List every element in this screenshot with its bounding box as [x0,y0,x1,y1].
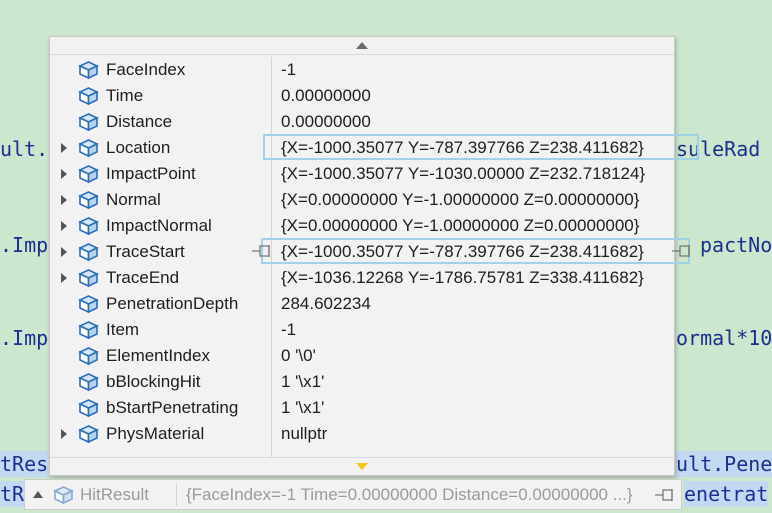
watch-row[interactable]: TraceStart {X=-1000.35077 Y=-787.397766 Z… [50,239,674,265]
watch-row[interactable]: ImpactNormal {X=0.00000000 Y=-1.00000000 … [50,213,674,239]
field-icon [78,373,99,392]
code-fragment: .Imp [0,233,49,257]
field-icon [78,61,99,80]
scroll-up-button[interactable] [50,37,674,55]
expand-arrow-icon[interactable] [61,143,67,153]
expand-arrow-icon[interactable] [61,429,67,439]
code-fragment: suleRad [676,137,761,161]
code-fragment: ormal*10 [676,326,772,350]
member-value[interactable]: 0 '\0' [281,346,316,366]
scroll-down-button[interactable] [50,457,674,475]
field-icon [78,321,99,340]
watch-row[interactable]: Normal {X=0.00000000 Y=-1.00000000 Z=0.00… [50,187,674,213]
field-icon [78,113,99,132]
member-value[interactable]: 284.602234 [281,294,371,314]
field-icon [78,217,99,236]
member-name: ElementIndex [106,346,210,365]
member-name: Distance [106,112,173,131]
watch-row[interactable]: bBlockingHit 1 '\x1' [50,369,674,395]
arrow-down-icon [356,463,368,470]
field-icon [53,486,74,505]
expand-arrow-icon[interactable] [61,221,67,231]
member-value[interactable]: 1 '\x1' [281,372,324,392]
code-fragment: .Imp [0,326,49,350]
member-name: ImpactPoint [106,164,196,183]
column-divider [176,484,177,506]
member-value[interactable]: {X=-1036.12268 Y=-1786.75781 Z=338.41168… [281,268,644,288]
datatip-root[interactable]: HitResult {FaceIndex=-1 Time=0.00000000 … [24,479,682,510]
member-value[interactable]: 0.00000000 [281,86,371,106]
watch-row[interactable]: PhysMaterial nullptr [50,421,674,447]
member-name: bStartPenetrating [106,398,239,417]
watch-row[interactable]: Item -1 [50,317,674,343]
member-name: bBlockingHit [106,372,201,391]
member-list: FaceIndex -1 Time 0.00000000 Distance 0.00000… [50,57,674,447]
collapse-arrow-icon[interactable] [33,491,43,498]
watch-row[interactable]: bStartPenetrating 1 '\x1' [50,395,674,421]
watch-row[interactable]: TraceEnd {X=-1036.12268 Y=-1786.75781 Z=3… [50,265,674,291]
field-icon [78,347,99,366]
code-fragment: enetrat [684,481,769,507]
datatip-expanded-popup: FaceIndex -1 Time 0.00000000 Distance 0.00000… [49,36,675,476]
watch-row[interactable]: ImpactPoint {X=-1000.35077 Y=-1030.00000 … [50,161,674,187]
expand-arrow-icon[interactable] [61,273,67,283]
watch-row[interactable]: Distance 0.00000000 [50,109,674,135]
field-icon [78,191,99,210]
field-icon [78,165,99,184]
member-value[interactable]: -1 [281,320,296,340]
field-icon [78,425,99,444]
member-value[interactable]: 1 '\x1' [281,398,324,418]
code-fragment: ult. [0,137,49,161]
member-value[interactable]: 0.00000000 [281,112,371,132]
code-fragment: ult.Pene [676,451,772,477]
member-value[interactable]: {X=-1000.35077 Y=-1030.00000 Z=232.71812… [281,164,645,184]
pin-icon[interactable] [252,244,274,258]
member-name: TraceStart [106,242,185,261]
member-name: Item [106,320,140,339]
member-value[interactable]: {X=0.00000000 Y=-1.00000000 Z=0.00000000… [281,190,639,210]
code-fragment: pactNo [700,233,772,257]
datatip-root-name: HitResult [80,485,149,504]
code-fragment: tR [0,481,25,507]
member-name: Location [106,138,171,157]
member-name: PhysMaterial [106,424,205,443]
watch-row[interactable]: PenetrationDepth 284.602234 [50,291,674,317]
arrow-up-icon [356,42,368,49]
member-name: PenetrationDepth [106,294,239,313]
expand-arrow-icon[interactable] [61,195,67,205]
watch-row[interactable]: Time 0.00000000 [50,83,674,109]
member-value[interactable]: {X=-1000.35077 Y=-787.397766 Z=238.41168… [281,242,644,262]
field-icon [78,243,99,262]
field-icon [78,269,99,288]
member-name: Time [106,86,144,105]
expand-arrow-icon[interactable] [61,169,67,179]
member-name: Normal [106,190,161,209]
member-name: ImpactNormal [106,216,212,235]
watch-row[interactable]: FaceIndex -1 [50,57,674,83]
member-value[interactable]: {X=-1000.35077 Y=-787.397766 Z=238.41168… [281,138,644,158]
field-icon [78,295,99,314]
member-value[interactable]: {X=0.00000000 Y=-1.00000000 Z=0.00000000… [281,216,639,236]
watch-row[interactable]: ElementIndex 0 '\0' [50,343,674,369]
member-name: FaceIndex [106,60,186,79]
member-value[interactable]: -1 [281,60,296,80]
field-icon [78,139,99,158]
pin-icon[interactable] [655,488,677,502]
member-value[interactable]: nullptr [281,424,327,444]
expand-arrow-icon[interactable] [61,247,67,257]
datatip-root-value[interactable]: {FaceIndex=-1 Time=0.00000000 Distance=0… [186,485,633,505]
member-name: TraceEnd [106,268,180,287]
code-fragment: tRes [0,451,49,477]
watch-row[interactable]: Location {X=-1000.35077 Y=-787.397766 Z=2… [50,135,674,161]
field-icon [78,87,99,106]
field-icon [78,399,99,418]
pin-icon[interactable] [672,244,694,258]
